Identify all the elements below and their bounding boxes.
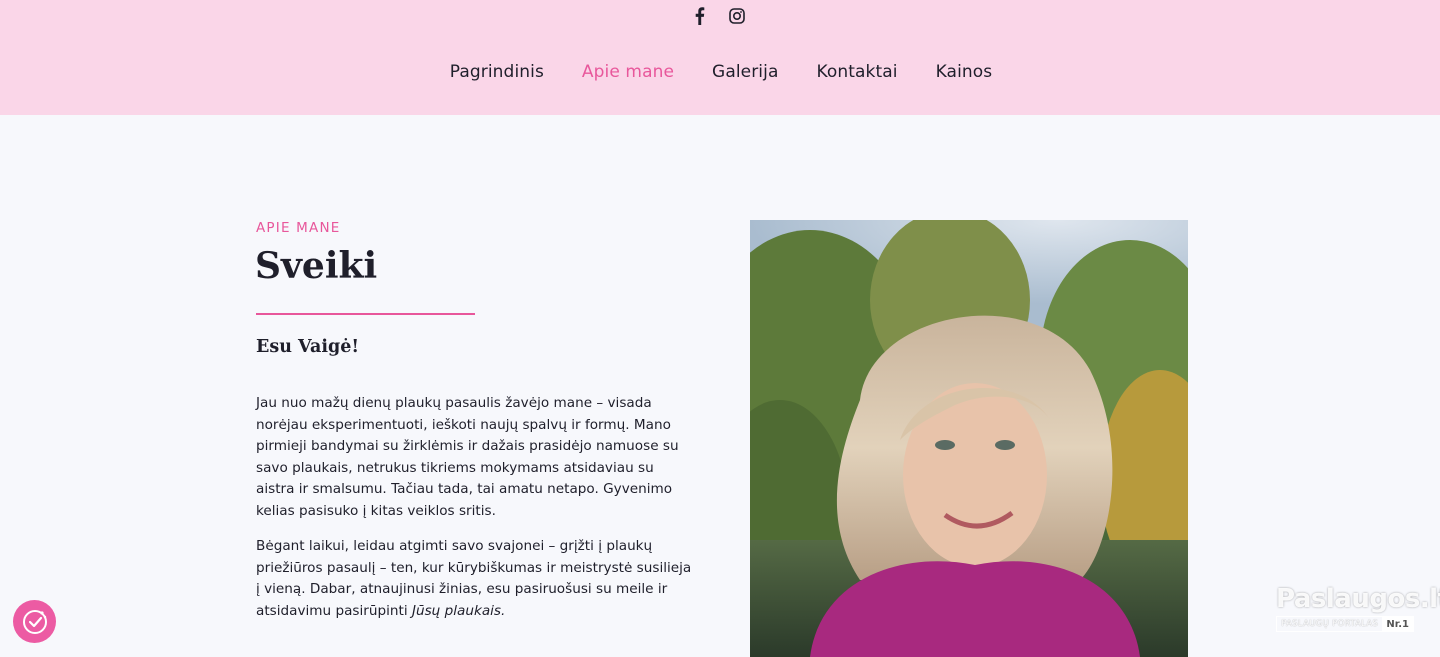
facebook-icon-glyph bbox=[695, 7, 704, 25]
cookie-settings-button[interactable] bbox=[13, 600, 56, 643]
instagram-icon-glyph bbox=[729, 8, 745, 24]
section-eyebrow: APIE MANE bbox=[256, 220, 341, 236]
instagram-icon[interactable] bbox=[728, 6, 746, 26]
about-paragraph-1: Jau nuo mažų dienų plaukų pasaulis žavėj… bbox=[256, 395, 679, 519]
badge-subtitle: PASLAUGŲ PORTALAS bbox=[1281, 619, 1379, 629]
main-nav: Pagrindinis Apie mane Galerija Kontaktai… bbox=[0, 62, 1440, 82]
nav-item-kontaktai[interactable]: Kontaktai bbox=[816, 62, 897, 82]
badge-logo-text: Paslaugos.lt bbox=[1276, 584, 1440, 614]
cookie-check-icon bbox=[22, 609, 47, 634]
intro-subtitle: Esu Vaigė! bbox=[256, 337, 360, 357]
portrait-photo bbox=[750, 220, 1188, 657]
paslaugos-badge[interactable]: Paslaugos.lt PASLAUGŲ PORTALAS Nr.1 bbox=[1276, 584, 1440, 635]
nav-item-apie-mane[interactable]: Apie mane bbox=[582, 62, 674, 82]
title-divider bbox=[256, 313, 475, 315]
page-title: Sveiki bbox=[255, 245, 378, 287]
social-links bbox=[690, 6, 746, 26]
portrait-illustration bbox=[750, 220, 1188, 657]
about-paragraph-2-emphasis: Jūsų plaukais. bbox=[411, 602, 506, 619]
badge-number: Nr.1 bbox=[1382, 617, 1413, 631]
nav-item-galerija[interactable]: Galerija bbox=[712, 62, 778, 82]
badge-subtitle-row: PASLAUGŲ PORTALAS Nr.1 bbox=[1276, 616, 1414, 632]
about-paragraph-2: Bėgant laikui, leidau atgimti savo svajo… bbox=[256, 536, 696, 622]
facebook-icon[interactable] bbox=[690, 6, 708, 26]
site-header: Pagrindinis Apie mane Galerija Kontaktai… bbox=[0, 0, 1440, 115]
nav-item-pagrindinis[interactable]: Pagrindinis bbox=[450, 62, 544, 82]
nav-item-kainos[interactable]: Kainos bbox=[936, 62, 993, 82]
